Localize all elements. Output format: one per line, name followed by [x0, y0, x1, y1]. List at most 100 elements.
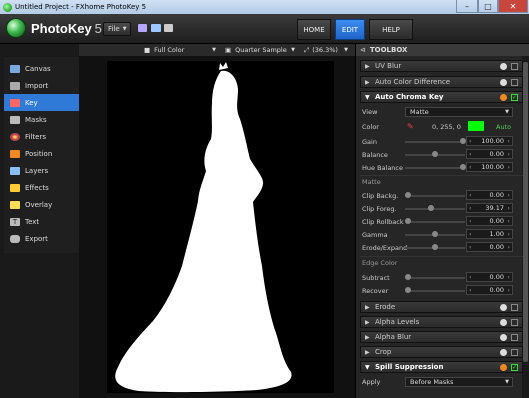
gain-spinner[interactable]: 100.00 — [466, 136, 513, 146]
color-mode-icon: ■ — [144, 46, 151, 54]
viewer-toolbar: ■ Full Color ▼ ▣ Quarter Sample ▼ ⤢ (36.3%) ▼ — [79, 44, 355, 57]
reset-icon[interactable] — [500, 349, 507, 356]
sidebar-item-filters[interactable]: Filters — [4, 128, 79, 145]
sidebar-item-text[interactable]: T Text — [4, 213, 79, 230]
section-alpha-levels[interactable]: ▶ Alpha Levels — [360, 316, 523, 328]
reset-icon[interactable] — [500, 304, 507, 311]
logo-version: 5 — [94, 20, 102, 36]
enable-checkbox[interactable] — [511, 304, 518, 311]
sidebar-item-position[interactable]: Position — [4, 145, 79, 162]
photokey-logo-icon — [6, 18, 26, 38]
toolbox-panel: ⊲ TOOLBOX ▶ UV Blur ▶ Auto Color Difference… — [355, 44, 529, 398]
section-erode[interactable]: ▶ Erode — [360, 301, 523, 313]
gain-slider[interactable] — [405, 141, 465, 143]
chevron-right-icon: ▶ — [365, 333, 370, 341]
clip-rollback-spinner[interactable]: 0.00 — [466, 216, 513, 226]
print-icon[interactable] — [164, 24, 173, 32]
overlay-icon — [10, 200, 20, 209]
nav-help[interactable]: HELP — [369, 19, 413, 40]
text-icon: T — [10, 217, 20, 226]
save-icon[interactable] — [138, 24, 147, 32]
clip-background-knob[interactable] — [405, 192, 411, 198]
balance-slider-knob[interactable] — [432, 151, 438, 157]
section-spill-suppression[interactable]: ▼ Spill Suppression ✓ — [360, 361, 523, 373]
section-crop[interactable]: ▶ Crop — [360, 346, 523, 358]
zoom-select[interactable]: ⤢ (36.3%) ▼ — [301, 44, 351, 56]
clip-rollback-row: Clip Rollback0.00 — [360, 215, 523, 228]
sample-select[interactable]: ▣ Quarter Sample ▼ — [222, 44, 298, 56]
clip-foreground-knob[interactable] — [428, 205, 434, 211]
erode-expand-row: Erode/Expand0.00 — [360, 241, 523, 254]
subtract-knob[interactable] — [405, 274, 411, 280]
balance-spinner[interactable]: 0.00 — [466, 149, 513, 159]
clip-foreground-slider[interactable] — [405, 208, 465, 210]
gamma-row: Gamma1.00 — [360, 228, 523, 241]
subtract-slider[interactable] — [405, 277, 465, 279]
clip-rollback-knob[interactable] — [405, 218, 411, 224]
reset-icon[interactable] — [500, 94, 507, 101]
close-button[interactable]: ✕ — [498, 0, 528, 13]
file-menu-button[interactable]: File ▼ — [103, 22, 131, 36]
section-auto-chroma-key[interactable]: ▼ Auto Chroma Key ✓ — [360, 91, 523, 103]
section-alpha-blur[interactable]: ▶ Alpha Blur — [360, 331, 523, 343]
clip-background-spinner[interactable]: 0.00 — [466, 190, 513, 200]
reset-icon[interactable] — [500, 364, 507, 371]
gamma-spinner[interactable]: 1.00 — [466, 229, 513, 239]
matte-canvas[interactable] — [107, 61, 334, 393]
color-swatch[interactable] — [468, 121, 484, 131]
recover-spinner[interactable]: 0.00 — [466, 285, 513, 295]
logo-name: PhotoKey — [31, 20, 92, 36]
clip-rollback-slider[interactable] — [405, 221, 465, 223]
enable-checkbox[interactable] — [511, 319, 518, 326]
auto-button[interactable]: Auto — [496, 123, 511, 131]
recover-knob[interactable] — [405, 287, 411, 293]
enable-checkbox-checked[interactable]: ✓ — [511, 94, 518, 101]
image-icon[interactable] — [151, 24, 161, 32]
erode-expand-knob[interactable] — [432, 244, 438, 250]
matte-subheader: Matte — [360, 175, 523, 187]
eyedropper-icon[interactable]: ✎ — [407, 122, 414, 131]
gamma-knob[interactable] — [432, 231, 438, 237]
enable-checkbox[interactable] — [511, 334, 518, 341]
color-mode-select[interactable]: ■ Full Color ▼ — [141, 44, 219, 56]
enable-checkbox[interactable] — [511, 349, 518, 356]
section-uv-blur[interactable]: ▶ UV Blur — [360, 60, 523, 72]
sidebar-item-effects[interactable]: Effects — [4, 179, 79, 196]
hue-balance-spinner[interactable]: 100.00 — [466, 162, 513, 172]
window-title: Untitled Project - FXhome PhotoKey 5 — [15, 3, 147, 11]
reset-icon[interactable] — [500, 319, 507, 326]
sidebar-item-masks[interactable]: Masks — [4, 111, 79, 128]
section-auto-color-difference[interactable]: ▶ Auto Color Difference — [360, 76, 523, 88]
sidebar-item-import[interactable]: Import — [4, 77, 79, 94]
enable-checkbox[interactable] — [511, 63, 518, 70]
erode-expand-spinner[interactable]: 0.00 — [466, 242, 513, 252]
zoom-icon: ⤢ — [304, 45, 310, 54]
reset-icon[interactable] — [500, 334, 507, 341]
key-icon — [10, 98, 20, 107]
toolbox-scrollbar[interactable] — [522, 56, 529, 398]
sidebar-item-export[interactable]: Export — [4, 230, 79, 247]
nav-edit[interactable]: EDIT — [335, 19, 365, 40]
nav-home[interactable]: HOME — [297, 19, 331, 40]
sidebar-item-key[interactable]: Key — [4, 94, 79, 111]
reset-icon[interactable] — [500, 79, 507, 86]
collapse-icon[interactable]: ⊲ — [360, 46, 366, 54]
subtract-spinner[interactable]: 0.00 — [466, 272, 513, 282]
enable-checkbox-checked[interactable]: ✓ — [511, 364, 518, 371]
clip-background-slider[interactable] — [405, 195, 465, 197]
subtract-row: Subtract0.00 — [360, 271, 523, 284]
clip-foreground-spinner[interactable]: 39.17 — [466, 203, 513, 213]
chevron-down-icon: ▼ — [365, 363, 370, 371]
apply-select[interactable]: Before Masks ▼ — [405, 376, 513, 387]
reset-icon[interactable] — [500, 63, 507, 70]
recover-row: Recover0.00 — [360, 284, 523, 297]
hue-balance-slider[interactable] — [405, 167, 465, 169]
enable-checkbox[interactable] — [511, 79, 518, 86]
sidebar-item-canvas[interactable]: Canvas — [4, 60, 79, 77]
maximize-button[interactable]: □ — [478, 0, 498, 13]
minimize-button[interactable]: – — [456, 0, 478, 13]
recover-slider[interactable] — [405, 290, 465, 292]
sidebar-item-layers[interactable]: Layers — [4, 162, 79, 179]
sidebar-item-overlay[interactable]: Overlay — [4, 196, 79, 213]
view-select[interactable]: Matte ▼ — [405, 106, 513, 117]
